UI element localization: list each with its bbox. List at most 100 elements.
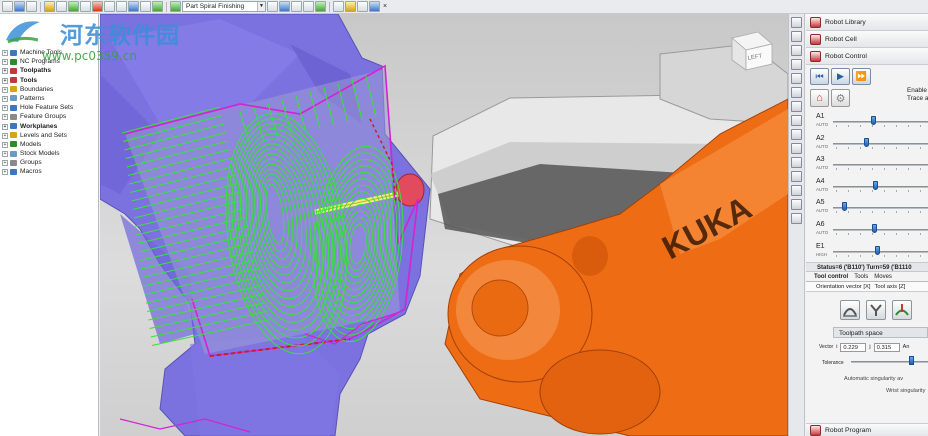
robot-program-header[interactable]: Robot Program bbox=[806, 423, 928, 436]
axis-slider-thumb[interactable] bbox=[872, 180, 878, 190]
close-icon[interactable]: × bbox=[383, 3, 387, 10]
tolerance-slider-thumb[interactable] bbox=[908, 356, 914, 366]
boundary-icon[interactable] bbox=[104, 1, 115, 12]
page-icon[interactable] bbox=[791, 17, 802, 28]
axis-slider-thumb[interactable] bbox=[874, 245, 880, 255]
singularity-label[interactable]: Automatic singularity av bbox=[806, 373, 928, 385]
tree-item[interactable]: + Macros bbox=[0, 167, 98, 176]
expand-icon[interactable]: + bbox=[2, 77, 8, 84]
expand-icon[interactable]: + bbox=[2, 59, 8, 66]
level-icon[interactable] bbox=[140, 1, 151, 12]
panel-tab[interactable]: Tool control bbox=[814, 272, 848, 281]
expand-icon[interactable]: + bbox=[2, 105, 8, 112]
settings-icon[interactable] bbox=[791, 213, 802, 224]
toolpath-strategy-icon[interactable] bbox=[152, 1, 163, 12]
layers-icon[interactable] bbox=[791, 45, 802, 56]
vector-i-field[interactable]: 0.229 bbox=[840, 342, 867, 352]
play-button[interactable]: ▶ bbox=[831, 68, 850, 85]
simulate-icon[interactable] bbox=[279, 1, 290, 12]
expand-icon[interactable]: + bbox=[2, 68, 8, 75]
toolpath-space-select[interactable]: Toolpath space bbox=[833, 327, 928, 339]
grid-icon[interactable] bbox=[791, 73, 802, 84]
expand-icon[interactable]: + bbox=[2, 141, 8, 148]
panel-tab[interactable]: Tools bbox=[854, 272, 868, 281]
tool-axis-mode-button[interactable] bbox=[892, 300, 912, 321]
tree-item[interactable]: + Levels and Sets bbox=[0, 131, 98, 140]
expand-icon[interactable]: + bbox=[2, 95, 8, 102]
measure-icon[interactable] bbox=[791, 115, 802, 126]
rapid-move-icon[interactable] bbox=[56, 1, 67, 12]
expand-icon[interactable]: + bbox=[2, 169, 8, 176]
collision-icon[interactable] bbox=[303, 1, 314, 12]
3d-viewport[interactable]: KUKA LEFT bbox=[100, 14, 788, 436]
trace-label[interactable]: Trace ax bbox=[907, 95, 928, 103]
verify-icon[interactable] bbox=[291, 1, 302, 12]
workplane-icon[interactable] bbox=[128, 1, 139, 12]
robot-pose-button[interactable]: ⚙ bbox=[831, 89, 850, 107]
tree-item[interactable]: + Workplanes bbox=[0, 122, 98, 131]
tree-item[interactable]: + Tools bbox=[0, 76, 98, 85]
tree-item[interactable]: + Toolpaths bbox=[0, 66, 98, 75]
nc-program-icon[interactable] bbox=[315, 1, 326, 12]
fast-forward-button[interactable]: ⏩ bbox=[852, 68, 871, 85]
save-icon[interactable] bbox=[14, 1, 25, 12]
tree-item[interactable]: + Stock Models bbox=[0, 149, 98, 158]
axis-slider-thumb[interactable] bbox=[870, 116, 876, 125]
expand-icon[interactable]: + bbox=[2, 132, 8, 139]
block-icon[interactable] bbox=[44, 1, 55, 12]
panel-subtab[interactable]: Orientation vector [X] bbox=[816, 282, 870, 291]
robot-library-header[interactable]: Robot Library bbox=[806, 14, 928, 31]
tree-item[interactable]: + Models bbox=[0, 140, 98, 149]
tree-item[interactable]: + Patterns bbox=[0, 94, 98, 103]
axis-slider-thumb[interactable] bbox=[842, 202, 848, 212]
rewind-button[interactable]: ⏮ bbox=[810, 68, 829, 85]
tree-item[interactable]: + Feature Groups bbox=[0, 112, 98, 121]
copy-icon[interactable] bbox=[791, 31, 802, 42]
cube-icon[interactable] bbox=[791, 59, 802, 70]
expand-icon[interactable]: + bbox=[2, 160, 8, 167]
tool-icon[interactable] bbox=[92, 1, 103, 12]
axis-slider-thumb[interactable] bbox=[864, 137, 870, 147]
shading-icon[interactable] bbox=[791, 157, 802, 168]
tree-item[interactable]: + Boundaries bbox=[0, 85, 98, 94]
toolpath-list-icon[interactable] bbox=[267, 1, 278, 12]
panel-subtab[interactable]: Tool axis [Z] bbox=[874, 282, 905, 291]
help-icon[interactable] bbox=[369, 1, 380, 12]
home-button[interactable]: ⌂ bbox=[810, 89, 829, 107]
search-icon[interactable] bbox=[791, 129, 802, 140]
expand-icon[interactable]: + bbox=[2, 123, 8, 130]
view-cube[interactable]: LEFT bbox=[731, 31, 773, 71]
tree-item[interactable]: + Machine Tools bbox=[0, 48, 98, 57]
clip-icon[interactable] bbox=[791, 185, 802, 196]
cross-icon[interactable] bbox=[791, 101, 802, 112]
view-icon[interactable] bbox=[333, 1, 344, 12]
expand-icon[interactable]: + bbox=[2, 50, 8, 56]
expand-icon[interactable]: + bbox=[2, 114, 8, 121]
toolbar-options-icon[interactable] bbox=[357, 1, 368, 12]
new-file-icon[interactable] bbox=[2, 1, 13, 12]
axis-track bbox=[833, 121, 928, 123]
robot-icon[interactable] bbox=[791, 87, 802, 98]
tree-item[interactable]: + NC Programs bbox=[0, 57, 98, 66]
vector-j-field[interactable]: 0.315 bbox=[873, 342, 900, 352]
axis-slider-thumb[interactable] bbox=[871, 223, 877, 233]
expand-icon[interactable]: + bbox=[2, 86, 8, 93]
fork-mode-button[interactable] bbox=[866, 300, 886, 321]
tree-item[interactable]: + Groups bbox=[0, 158, 98, 167]
tree-item[interactable]: + Hole Feature Sets bbox=[0, 103, 98, 112]
robot-cell-header[interactable]: Robot Cell bbox=[806, 31, 928, 48]
shade-icon[interactable] bbox=[345, 1, 356, 12]
sphere-icon[interactable] bbox=[791, 171, 802, 182]
active-toolpath-select[interactable]: Part Spiral Finishing ▼ bbox=[182, 1, 266, 12]
leads-links-icon[interactable] bbox=[68, 1, 79, 12]
feeds-speeds-icon[interactable] bbox=[80, 1, 91, 12]
panel-tab[interactable]: Moves bbox=[874, 272, 892, 281]
copy2-icon[interactable] bbox=[791, 199, 802, 210]
expand-icon[interactable]: + bbox=[2, 151, 8, 158]
enable-label[interactable]: Enable g bbox=[907, 87, 928, 95]
arc-mode-button[interactable] bbox=[840, 300, 860, 321]
robot-control-header[interactable]: Robot Control bbox=[806, 48, 928, 65]
zoom-icon[interactable] bbox=[791, 143, 802, 154]
open-icon[interactable] bbox=[26, 1, 37, 12]
pattern-icon[interactable] bbox=[116, 1, 127, 12]
